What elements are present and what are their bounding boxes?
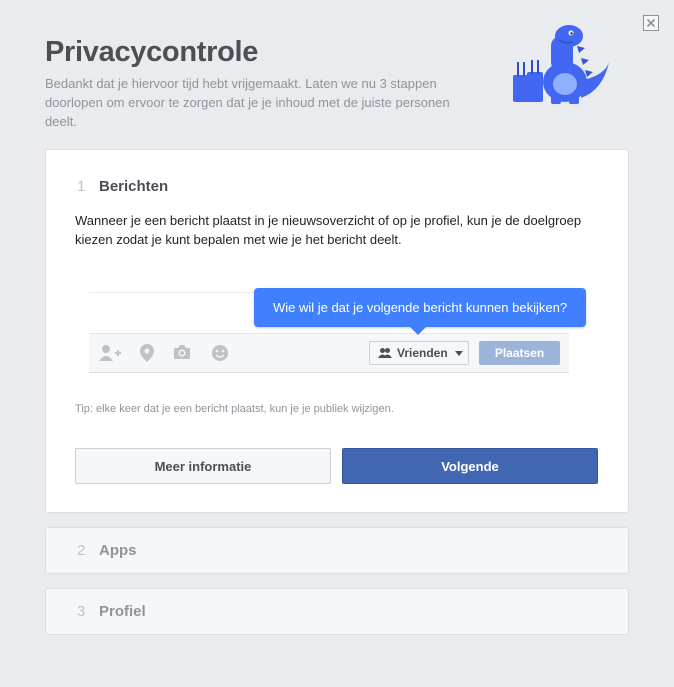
- page-title: Privacycontrole: [45, 36, 259, 68]
- close-icon: [646, 18, 656, 28]
- close-button[interactable]: [643, 15, 659, 31]
- page-subtitle: Bedankt dat je hiervoor tijd hebt vrijge…: [45, 76, 450, 129]
- step-title: Profiel: [99, 603, 146, 620]
- camera-icon: [174, 345, 190, 359]
- composer-toolbar: Vrienden Plaatsen: [89, 333, 569, 373]
- post-button[interactable]: Plaatsen: [479, 341, 560, 365]
- location-pin-icon: [140, 344, 154, 362]
- tip-text: Tip: elke keer dat je een bericht plaats…: [75, 403, 394, 415]
- chevron-down-icon: [454, 350, 463, 356]
- more-info-button[interactable]: Meer informatie: [75, 448, 331, 484]
- step-card-berichten: 1 Berichten Wanneer je een bericht plaat…: [45, 149, 629, 513]
- add-person-icon: [99, 345, 121, 361]
- step-description: Wanneer je een bericht plaatst in je nie…: [75, 213, 582, 247]
- step-title: Berichten: [99, 178, 169, 195]
- dinosaur-illustration: [513, 25, 609, 104]
- audience-label: Vrienden: [397, 346, 448, 360]
- friends-icon: [378, 348, 392, 358]
- step-number: 3: [77, 603, 86, 620]
- step-number: 2: [77, 542, 86, 559]
- audience-selector[interactable]: Vrienden: [369, 341, 469, 365]
- step-title: Apps: [99, 542, 137, 559]
- audience-tooltip: Wie wil je dat je volgende bericht kunne…: [254, 288, 586, 335]
- smiley-icon: [212, 345, 228, 361]
- next-button[interactable]: Volgende: [342, 448, 598, 484]
- step-card-profiel[interactable]: 3 Profiel: [45, 588, 629, 635]
- step-number: 1: [77, 178, 86, 195]
- step-card-apps[interactable]: 2 Apps: [45, 527, 629, 574]
